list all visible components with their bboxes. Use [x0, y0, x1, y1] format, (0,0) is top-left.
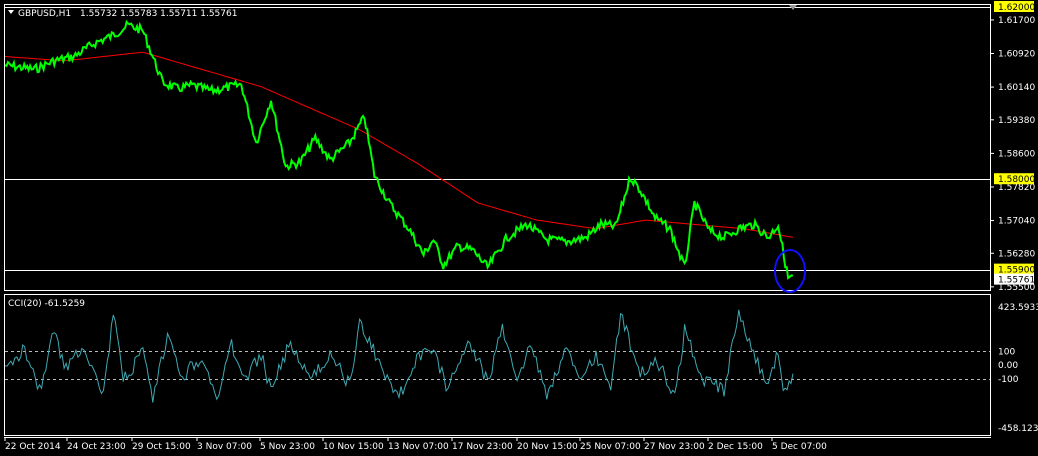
cci-axis-label: 100 — [998, 347, 1015, 357]
price-axis-label: 1.58600 — [998, 149, 1035, 159]
time-axis-label: 25 Nov 07:00 — [580, 442, 641, 452]
time-axis: 22 Oct 2014 24 Oct 23:00 29 Oct 15:00 3 Nov… — [4, 437, 827, 452]
hline-tag-label: 1.58000 — [998, 175, 1035, 185]
price-axis-label: 1.59380 — [998, 116, 1035, 126]
hline-tag-label: 1.62000 — [998, 3, 1035, 13]
price-axis-label: 1.56280 — [998, 249, 1035, 259]
current-price-tag: 1.55761 — [998, 276, 1035, 286]
price-axis-label: 1.57040 — [998, 217, 1035, 227]
ohlc-values: 1.55732 1.55783 1.55711 1.55761 — [80, 9, 237, 19]
main-price-panel[interactable] — [4, 4, 991, 291]
time-axis-label: 2 Dec 15:00 — [708, 442, 763, 452]
time-axis-label: 29 Oct 15:00 — [132, 442, 191, 452]
cci-axis-label: -100 — [998, 375, 1019, 385]
time-axis-label: 5 Dec 07:00 — [772, 442, 827, 452]
time-axis-label: 17 Nov 23:00 — [452, 442, 513, 452]
time-axis-label: 13 Nov 07:00 — [388, 442, 449, 452]
price-axis: 1.617001.609201.601401.593801.586001.578… — [990, 16, 1035, 293]
time-axis-label: 20 Nov 15:00 — [517, 442, 578, 452]
cci-axis: 423.5933 100 0.00 -100 -458.1239 — [998, 303, 1038, 434]
cci-indicator-panel[interactable] — [4, 294, 991, 436]
time-axis-label: 5 Nov 23:00 — [260, 442, 315, 452]
time-axis-label: 27 Nov 23:00 — [644, 442, 705, 452]
cci-axis-label: 423.5933 — [998, 303, 1038, 313]
cci-axis-label: 0.00 — [998, 361, 1018, 371]
price-axis-label: 1.60140 — [998, 83, 1035, 93]
cci-axis-label: -458.1239 — [998, 424, 1038, 434]
time-axis-label: 22 Oct 2014 — [5, 442, 61, 452]
price-axis-label: 1.61700 — [998, 16, 1035, 26]
time-axis-label: 10 Nov 15:00 — [323, 442, 384, 452]
cci-label: CCI(20) -61.5259 — [8, 299, 85, 309]
price-tags: 1.620001.580001.559001.55761 — [994, 1, 1035, 286]
price-axis-label: 1.60920 — [998, 49, 1035, 59]
trading-chart[interactable]: GBPUSD,H1 1.55732 1.55783 1.55711 1.5576… — [0, 0, 1038, 456]
time-axis-label: 24 Oct 23:00 — [67, 442, 126, 452]
symbol-label: GBPUSD,H1 — [18, 9, 71, 19]
time-axis-label: 3 Nov 07:00 — [197, 442, 252, 452]
